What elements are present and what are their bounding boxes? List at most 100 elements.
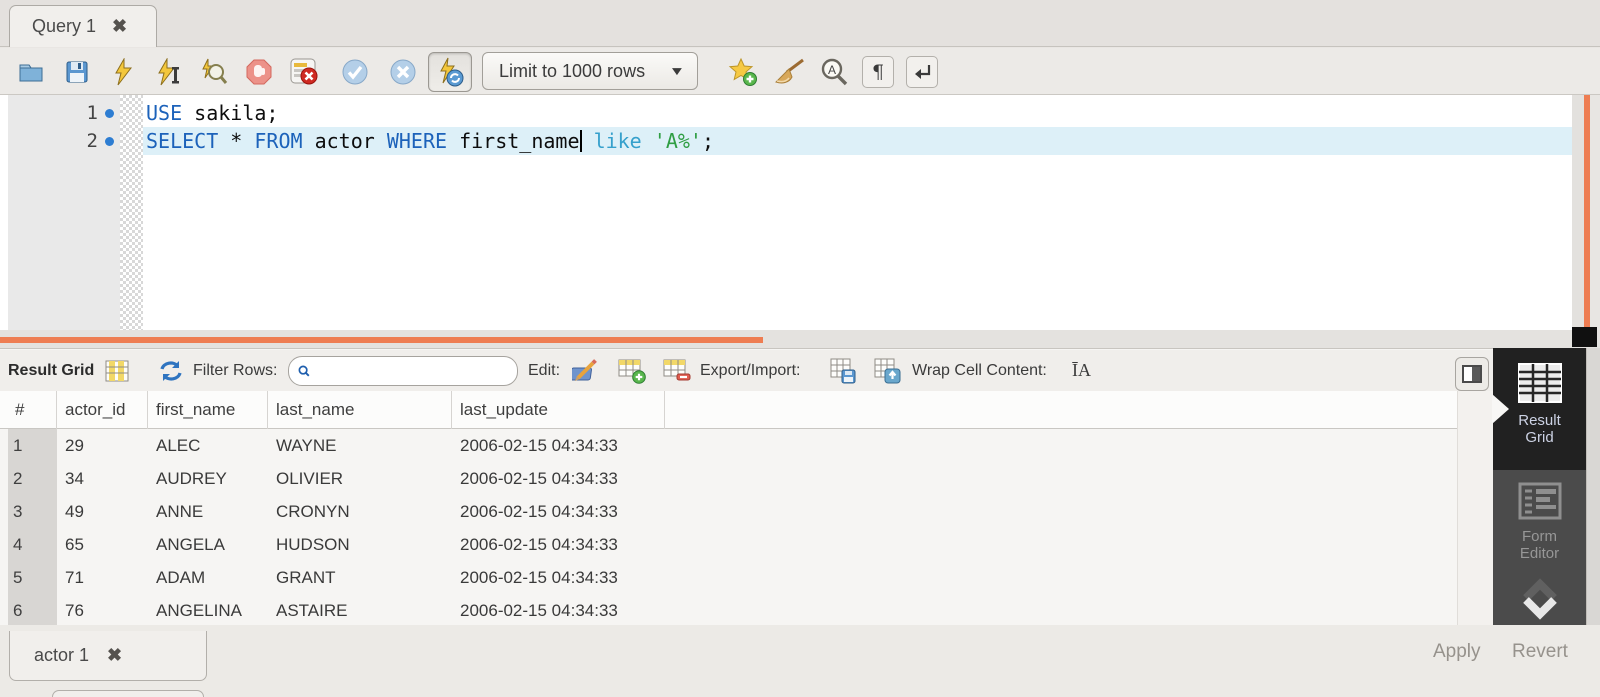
import-button[interactable] [874, 350, 902, 391]
editor-hscrollbar-thumb[interactable] [0, 337, 763, 343]
save-button[interactable] [62, 48, 92, 95]
filter-rows-field[interactable] [318, 359, 517, 383]
table-cell[interactable]: 2006-02-15 04:34:33 [452, 495, 665, 528]
table-cell[interactable]: 49 [57, 495, 148, 528]
table-row[interactable]: 234AUDREYOLIVIER2006-02-15 04:34:33 [8, 462, 1457, 495]
code-line[interactable]: USE sakila; [143, 99, 1572, 127]
execute-statement-button[interactable] [154, 48, 184, 95]
table-cell[interactable]: 71 [57, 561, 148, 594]
code-line[interactable]: SELECT * FROM actor WHERE first_name lik… [143, 127, 1572, 155]
table-cell[interactable]: HUDSON [268, 528, 452, 561]
tab-actor-1[interactable]: actor 1 ✖ [9, 631, 207, 681]
open-file-button[interactable] [16, 48, 46, 95]
table-cell[interactable]: ADAM [148, 561, 268, 594]
edit-record-button[interactable] [572, 350, 598, 391]
folder-icon [18, 60, 44, 84]
stop-on-error-toggle[interactable] [288, 48, 320, 95]
grid-rows[interactable]: 129ALECWAYNE2006-02-15 04:34:33234AUDREY… [0, 429, 1457, 626]
table-cell[interactable]: AUDREY [148, 462, 268, 495]
wrap-cell-content-label: Wrap Cell Content: [912, 362, 1047, 380]
import-recordset-icon [874, 358, 902, 384]
stop-query-button[interactable] [244, 48, 274, 95]
editor-hscrollbar-track[interactable] [0, 330, 1600, 348]
commit-button[interactable] [340, 48, 370, 95]
close-icon[interactable]: ✖ [112, 16, 127, 37]
table-cell[interactable]: WAYNE [268, 429, 452, 462]
query-tab-label: Query 1 [32, 16, 96, 37]
table-cell[interactable]: CRONYN [268, 495, 452, 528]
table-cell[interactable]: ASTAIRE [268, 594, 452, 626]
stop-hand-icon [246, 59, 272, 85]
find-magnifier-icon: A [820, 58, 848, 86]
apply-button[interactable]: Apply [1433, 641, 1481, 663]
column-header-actor_id[interactable]: actor_id [57, 391, 148, 429]
close-icon[interactable]: ✖ [107, 645, 122, 666]
edit-label: Edit: [528, 362, 560, 380]
rollback-button[interactable] [388, 48, 418, 95]
table-row[interactable]: 349ANNECRONYN2006-02-15 04:34:33 [8, 495, 1457, 528]
toggle-sidebar-button[interactable] [1455, 353, 1489, 394]
table-add-row-icon [618, 358, 646, 384]
table-cell[interactable]: 76 [57, 594, 148, 626]
table-cell[interactable]: ANNE [148, 495, 268, 528]
table-row[interactable]: 676ANGELINAASTAIRE2006-02-15 04:34:33 [8, 594, 1457, 626]
table-cell[interactable]: OLIVIER [268, 462, 452, 495]
table-cell[interactable]: 34 [57, 462, 148, 495]
editor-code[interactable]: USE sakila;SELECT * FROM actor WHERE fir… [143, 95, 1572, 330]
execute-query-button[interactable] [108, 48, 138, 95]
table-cell[interactable]: ALEC [148, 429, 268, 462]
explain-plan-button[interactable] [198, 48, 230, 95]
table-cell[interactable]: 2006-02-15 04:34:33 [452, 462, 665, 495]
table-row[interactable]: 465ANGELAHUDSON2006-02-15 04:34:33 [8, 528, 1457, 561]
table-cell[interactable]: 2006-02-15 04:34:33 [452, 429, 665, 462]
export-import-label: Export/Import: [700, 362, 800, 380]
delete-row-button[interactable] [663, 350, 691, 391]
statement-marker-icon [105, 137, 114, 146]
beautify-button[interactable] [772, 48, 806, 95]
chevron-down-icon[interactable] [1520, 596, 1560, 622]
result-grid-view-button[interactable] [105, 350, 129, 391]
show-invisibles-toggle[interactable]: ¶ [862, 56, 894, 88]
wrap-cell-toggle[interactable]: ĪA [1072, 350, 1091, 391]
limit-rows-dropdown[interactable]: Limit to 1000 rows ▼ [482, 52, 698, 90]
next-panel-tab-partial[interactable] [52, 690, 204, 697]
refresh-button[interactable] [158, 350, 184, 391]
scroll-corner-handle[interactable] [1572, 327, 1597, 347]
add-row-button[interactable] [618, 350, 646, 391]
autocommit-toggle[interactable] [428, 52, 472, 92]
chevron-down-icon: ▼ [669, 64, 686, 78]
column-header-rownum[interactable]: # [8, 391, 57, 429]
table-cell[interactable]: ANGELA [148, 528, 268, 561]
actor-tab-label: actor 1 [34, 645, 89, 666]
sidebar-form-editor-label: Form Editor [1510, 528, 1570, 562]
column-header-first_name[interactable]: first_name [148, 391, 268, 429]
table-cell[interactable]: 2006-02-15 04:34:33 [452, 594, 665, 626]
form-editor-icon [1518, 482, 1562, 520]
editor-tab-bar: Query 1 ✖ [0, 0, 1600, 47]
table-row[interactable]: 129ALECWAYNE2006-02-15 04:34:33 [8, 429, 1457, 462]
sql-editor-toolbar: Limit to 1000 rows ▼ A ¶ [0, 48, 1600, 95]
table-cell[interactable]: 65 [57, 528, 148, 561]
row-number-cell: 5 [8, 561, 57, 594]
table-cell[interactable]: 2006-02-15 04:34:33 [452, 561, 665, 594]
table-cell[interactable]: 29 [57, 429, 148, 462]
filter-rows-input[interactable] [288, 356, 518, 386]
table-cell[interactable]: GRANT [268, 561, 452, 594]
wrap-text-toggle[interactable] [906, 56, 938, 88]
find-button[interactable]: A [818, 48, 850, 95]
sidebar-item-form-editor[interactable]: Form Editor [1493, 476, 1586, 571]
editor-vscrollbar-track[interactable] [1572, 95, 1584, 330]
revert-button[interactable]: Revert [1512, 641, 1568, 663]
column-header-last_name[interactable]: last_name [268, 391, 452, 429]
column-header-last_update[interactable]: last_update [452, 391, 665, 429]
export-button[interactable] [830, 350, 858, 391]
tab-query-1[interactable]: Query 1 ✖ [9, 5, 157, 47]
table-cell[interactable]: ANGELINA [148, 594, 268, 626]
table-cell[interactable]: 2006-02-15 04:34:33 [452, 528, 665, 561]
save-snippet-button[interactable] [726, 48, 760, 95]
sql-editor[interactable]: 12 USE sakila;SELECT * FROM actor WHERE … [0, 95, 1600, 330]
table-row[interactable]: 571ADAMGRANT2006-02-15 04:34:33 [8, 561, 1457, 594]
result-panel: Result Grid Filter Rows: [0, 348, 1600, 625]
grid-header-row[interactable]: #actor_idfirst_namelast_namelast_update [0, 391, 1457, 429]
mysql-workbench-query-window: Query 1 ✖ [0, 0, 1600, 697]
